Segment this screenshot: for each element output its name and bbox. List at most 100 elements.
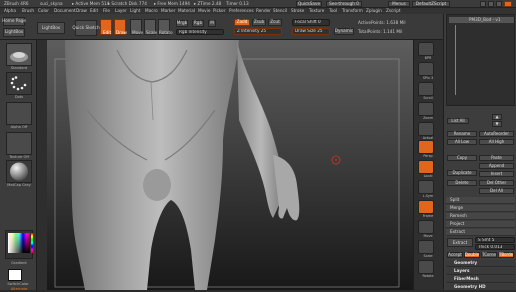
subtool-scrollbar[interactable] [455,25,456,95]
menu-transform[interactable]: Transform [342,8,363,13]
arrow-down-icon[interactable]: ▼ [492,121,502,127]
copy-button[interactable]: Copy [447,155,477,161]
menu-brush[interactable]: Brush [22,8,34,13]
menu-material[interactable]: Material [178,8,195,13]
mrgb-button[interactable]: Mrgb [176,20,188,27]
merge-row[interactable]: Merge [446,205,515,212]
arrow-up-icon[interactable]: ▲ [492,114,502,120]
stroke-thumbnail[interactable] [6,72,32,95]
color-picker[interactable] [5,230,33,259]
paste-button[interactable]: Paste [479,155,514,161]
zcut-button[interactable]: Zcut [268,19,282,26]
alpha-thumbnail[interactable] [6,102,32,125]
menu-render[interactable]: Render [256,8,271,13]
thick-slider[interactable]: Thick 0.013 [475,244,515,250]
menu-stroke[interactable]: Stroke [291,8,304,13]
project-row[interactable]: Project [446,221,515,228]
scroll-icon[interactable] [418,82,434,96]
scale-mode-button[interactable]: Scale [144,19,157,35]
home-page-button[interactable]: Home Page [2,17,26,26]
menu-stencil[interactable]: Stencil [273,8,287,13]
list-all-button[interactable]: List All [447,118,469,124]
main-color-swatch[interactable] [8,269,22,281]
focal-shift-slider[interactable]: Focal Shift 0 [292,19,330,26]
edit-mode-button[interactable]: Edit [100,19,112,35]
spix-icon[interactable] [418,62,434,76]
menu-texture[interactable]: Texture [309,8,324,13]
insert-button[interactable]: Insert [479,171,514,177]
menu-file[interactable]: File [103,8,110,13]
quicksave-button[interactable]: QuickSave [296,1,322,7]
subtool-slot-active[interactable]: PM3D_Bod - v1 [449,17,514,23]
menu-color[interactable]: Color [38,8,49,13]
remesh-row[interactable]: Remesh [446,213,515,220]
menu-marker[interactable]: Marker [161,8,175,13]
m-button[interactable]: M [208,20,216,27]
append-button[interactable]: Append [479,163,514,169]
layers-section[interactable]: Layers [446,268,515,275]
dynamic-button[interactable]: Dynamic [334,28,354,35]
lsym-icon[interactable] [418,180,434,194]
texture-thumbnail[interactable] [6,132,32,155]
geometry-section[interactable]: Geometry [446,260,515,267]
layout-icon[interactable] [480,1,486,7]
tborde-toggle[interactable]: TBorde [498,252,514,258]
menu-light[interactable]: Light [130,8,140,13]
delete-button[interactable]: Delete [447,180,477,186]
move-icon[interactable] [418,220,434,234]
menu-macro[interactable]: Macro [145,8,158,13]
actual-icon[interactable] [418,122,434,136]
z-intensity-slider[interactable]: Z Intensity 25 [234,28,282,35]
quick-sketch-button[interactable]: Quick Sketch [72,20,100,36]
rotate-icon[interactable] [418,260,434,274]
rgb-intensity-slider[interactable]: Rgb Intensity [176,29,224,35]
del-all-button[interactable]: Del All [479,188,514,194]
subtool-list[interactable]: PM3D_Bod - v1 [446,14,515,106]
duplicate-button[interactable]: Duplicate [447,170,477,176]
rgb-button[interactable]: Rgb [192,20,204,27]
s-smt-slider[interactable]: S Smt 5 [475,237,515,243]
scale-icon[interactable] [418,240,434,254]
lightbox-toggle-button[interactable]: LightBox [37,22,65,34]
zoom-icon[interactable] [418,102,434,116]
color-hue-strip[interactable] [31,233,33,253]
maximize-icon[interactable] [496,1,502,7]
menu-zplugin[interactable]: Zplugin [366,8,382,13]
document-canvas[interactable] [47,40,413,290]
all-low-button[interactable]: All Low [447,139,477,145]
frame-icon[interactable] [418,200,434,214]
material-thumbnail[interactable] [6,160,32,183]
zadd-button[interactable]: Zadd [234,19,250,26]
menus-button[interactable]: Menus [388,1,410,7]
minimize-icon[interactable] [488,1,494,7]
menu-preferences[interactable]: Preferences [229,8,254,13]
menu-edit[interactable]: Edit [90,8,98,13]
rename-button[interactable]: Rename [447,131,477,137]
menu-tool[interactable]: Tool [329,8,337,13]
double-toggle[interactable]: Double [464,252,480,258]
menu-draw[interactable]: Draw [76,8,87,13]
extract-row[interactable]: Extract [446,229,515,236]
bpr-icon[interactable] [418,42,434,56]
fibermesh-section[interactable]: FiberMesh [446,276,515,283]
menu-picker[interactable]: Picker [213,8,225,13]
menu-document[interactable]: Document [54,8,76,13]
see-through-slider[interactable]: See-through 0 [326,1,362,7]
menu-alpha[interactable]: Alpha [4,8,16,13]
autoreorder-button[interactable]: AutoReorder [479,131,514,137]
zsub-button[interactable]: Zsub [252,19,266,26]
close-icon[interactable] [504,1,512,7]
menu-zscript[interactable]: Zscript [386,8,401,13]
persp-icon[interactable] [418,140,434,154]
del-other-button[interactable]: Del Other [479,180,514,186]
draw-mode-button[interactable]: Draw [114,19,127,35]
default-zscript-button[interactable]: DefaultZScript [412,1,450,7]
menu-layer[interactable]: Layer [115,8,127,13]
extract-button[interactable]: Extract [447,238,473,247]
move-mode-button[interactable]: Move [130,19,143,35]
split-row[interactable]: Split [446,197,515,204]
brush-thumbnail[interactable] [6,43,32,66]
rotate-mode-button[interactable]: Rotate [158,19,173,35]
menu-movie[interactable]: Movie [198,8,210,13]
accept-button[interactable]: Accept [447,252,463,258]
